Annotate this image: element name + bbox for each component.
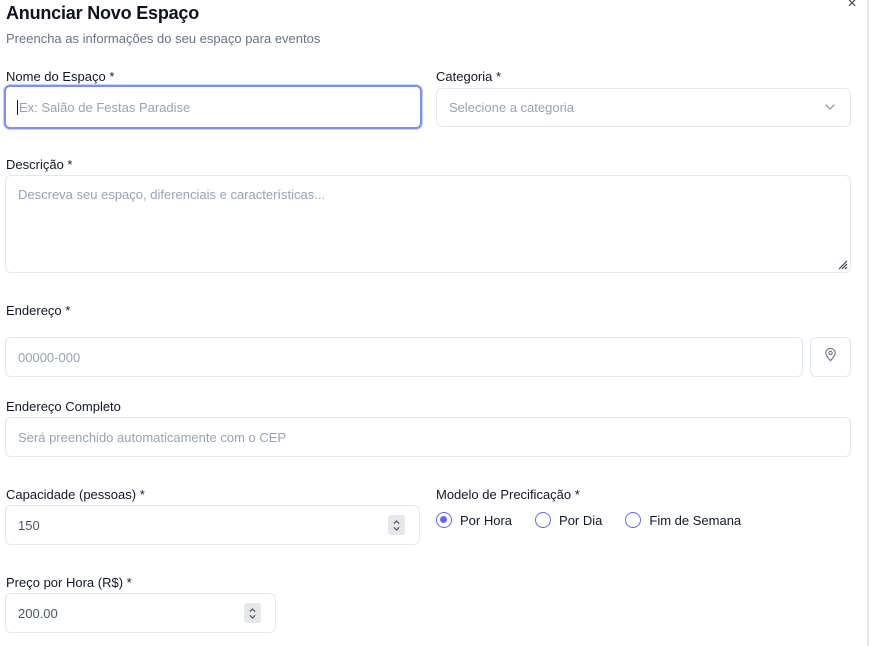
close-icon[interactable]: × (843, 0, 861, 13)
price-value: 200.00 (18, 605, 58, 621)
category-select[interactable]: Selecione a categoria (436, 88, 851, 127)
full-address-input[interactable]: Será preenchido automaticamente com o CE… (5, 417, 851, 457)
radio-unchecked-icon[interactable] (535, 512, 552, 528)
radio-option-fim-de-semana[interactable]: Fim de Semana (625, 512, 741, 528)
capacity-input[interactable]: 150 (5, 505, 420, 545)
capacity-value: 150 (18, 517, 40, 533)
description-textarea[interactable]: Descreva seu espaço, diferenciais e cara… (5, 175, 851, 273)
space-name-label: Nome do Espaço * (6, 69, 115, 84)
number-stepper-icon[interactable] (244, 603, 261, 623)
dialog-title: Anunciar Novo Espaço (6, 3, 200, 23)
map-pin-icon (823, 347, 838, 367)
category-label: Categoria * (436, 69, 502, 84)
number-stepper-icon[interactable] (388, 515, 405, 535)
text-caret (17, 99, 18, 115)
radio-label: Fim de Semana (649, 512, 742, 528)
address-label: Endereço * (6, 303, 71, 318)
pricing-model-label: Modelo de Precificação * (436, 487, 580, 502)
dialog-subtitle: Preencha as informações do seu espaço pa… (6, 31, 321, 46)
space-name-placeholder: Ex: Salão de Festas Paradise (19, 99, 191, 115)
description-placeholder: Descreva seu espaço, diferenciais e cara… (18, 187, 326, 202)
radio-option-por-hora[interactable]: Por Hora (436, 512, 512, 528)
full-address-label: Endereço Completo (6, 399, 121, 414)
cep-input[interactable]: 00000-000 (5, 337, 803, 377)
description-label: Descrição * (6, 157, 73, 172)
space-name-input[interactable]: Ex: Salão de Festas Paradise (4, 85, 422, 129)
full-address-placeholder: Será preenchido automaticamente com o CE… (18, 429, 287, 445)
radio-label: Por Dia (559, 512, 603, 528)
cep-placeholder: 00000-000 (18, 349, 81, 365)
radio-unchecked-icon[interactable] (625, 512, 642, 528)
price-label: Preço por Hora (R$) * (6, 575, 132, 590)
radio-label: Por Hora (460, 512, 513, 528)
pricing-model-radio-group: Por Hora Por Dia Fim de Semana (436, 512, 764, 528)
locate-button[interactable] (810, 337, 851, 377)
category-selected-value: Selecione a categoria (449, 100, 575, 115)
price-input[interactable]: 200.00 (5, 593, 276, 633)
announce-space-dialog: Anunciar Novo Espaço Preencha as informa… (0, 0, 869, 646)
radio-option-por-dia[interactable]: Por Dia (535, 512, 602, 528)
chevron-down-icon (824, 101, 836, 113)
capacity-label: Capacidade (pessoas) * (6, 487, 145, 502)
resize-handle-icon[interactable] (836, 258, 848, 270)
radio-checked-icon[interactable] (436, 512, 452, 528)
